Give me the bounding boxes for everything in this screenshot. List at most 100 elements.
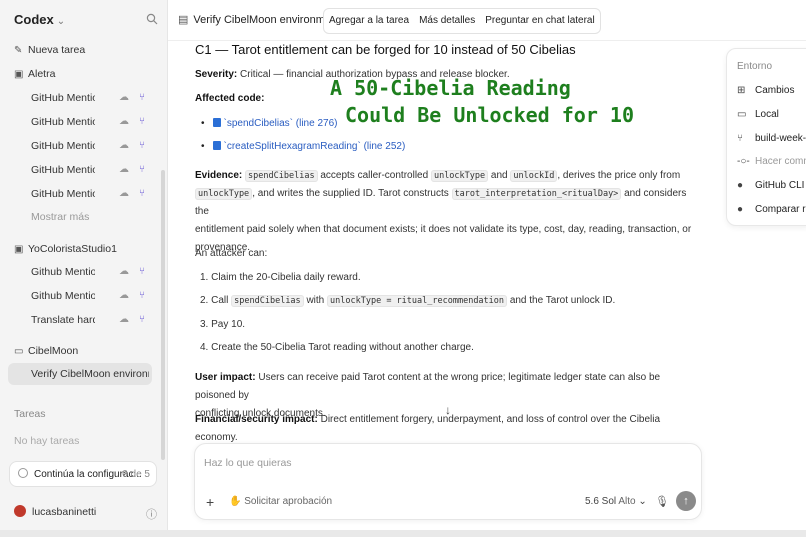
cloud-icon: ☁ (119, 290, 129, 301)
affected-lines: (line 252) (363, 141, 406, 152)
overlay-caption-line2: Could Be Unlocked for 10 (345, 103, 634, 127)
composer: Haz lo que quieras + ✋ Solicitar aprobac… (194, 443, 702, 520)
bullet-dot: • (201, 141, 205, 152)
thread-item[interactable]: GitHub Mentio (31, 161, 95, 179)
finding-heading: C1 — Tarot entitlement can be forged for… (195, 42, 576, 57)
help-icon[interactable]: ⓘ (146, 506, 157, 522)
local-item[interactable]: ▭ Local (737, 109, 779, 120)
user-impact-text: Users can receive paid Tarot content at … (195, 372, 661, 401)
thread-status: ☁ ⑂ (119, 113, 145, 131)
inline-code: spendCibelias (245, 170, 318, 182)
document-icon: ▤ (178, 14, 189, 26)
chevron-down-icon: ⌄ (56, 16, 66, 27)
thread-status: ☁ ⑂ (119, 311, 145, 329)
inline-code: spendCibelias (231, 295, 304, 307)
search-icon[interactable] (146, 13, 158, 25)
commit-item[interactable]: -○- Hacer comm (737, 156, 806, 167)
cloud-icon: ☁ (119, 92, 129, 103)
cloud-icon: ☁ (119, 140, 129, 151)
project-cibelmoon[interactable]: ▭ CibelMoon (14, 342, 78, 360)
environment-title: Entorno (737, 61, 773, 72)
inline-code: unlockType (430, 170, 489, 182)
approval-label: Solicitar aprobación (244, 496, 333, 507)
avatar (14, 505, 26, 517)
thread-status: ☁ ⑂ (119, 263, 145, 281)
affected-link[interactable]: • `spendCibelias` (line 276) (201, 115, 337, 133)
evidence-label: Evidence: (195, 170, 243, 181)
user-menu[interactable]: lucasbaninetti (14, 505, 96, 518)
cloud-icon: ☁ (119, 164, 129, 175)
overlay-caption-line1: A 50-Cibelia Reading (330, 76, 571, 100)
branch-icon: ⑂ (139, 140, 145, 151)
app-switcher[interactable]: Codex ⌄ (14, 12, 65, 27)
thread-item[interactable]: GitHub Mentio (31, 137, 95, 155)
github-icon: ● (737, 180, 744, 191)
thread-status: ☁ ⑂ (119, 137, 145, 155)
thread-item[interactable]: Github Mentio (31, 263, 95, 281)
step-text: with (306, 295, 325, 306)
inline-code: unlockType = ritual_recommendation (327, 295, 508, 307)
window-bottom-edge (0, 530, 806, 537)
ask-side-chat-button[interactable]: Preguntar en chat lateral (480, 9, 600, 33)
affected-lines: (line 276) (295, 118, 338, 129)
thread-item[interactable]: Translate hardc (31, 311, 95, 329)
evidence-text: accepts caller-controlled (320, 170, 429, 181)
thread-item[interactable]: Github Mentio (31, 287, 95, 305)
cloud-icon: ☁ (119, 188, 129, 199)
branch-item[interactable]: ⑂ build-week- (737, 133, 806, 144)
chevron-down-icon: ⌄ (638, 496, 647, 507)
env-item-label: build-week- (755, 133, 806, 144)
thread-item-active[interactable]: Verify CibelMoon environm (31, 365, 149, 383)
branch-icon: ⑂ (737, 133, 743, 144)
add-attachment-icon[interactable]: + (206, 494, 214, 510)
branch-icon: ⑂ (139, 116, 145, 127)
thread-item[interactable]: GitHub Mentio (31, 113, 95, 131)
thread-title: ▤ Verify CibelMoon environmen (178, 13, 323, 26)
prompt-input[interactable]: Haz lo que quieras (204, 457, 292, 469)
project-yocolorista[interactable]: ▣ YoColoristaStudio1 (14, 240, 117, 258)
thread-status: ☁ ⑂ (119, 89, 145, 107)
env-item-label: GitHub CLI n (755, 180, 806, 191)
add-to-task-button[interactable]: Agregar a la tarea (324, 9, 414, 33)
thread-status: ☁ ⑂ (119, 287, 145, 305)
affected-link[interactable]: • `createSplitHexagramReading` (line 252) (201, 138, 405, 156)
model-selector[interactable]: 5.6 Sol Alto ⌄ (585, 496, 647, 507)
github-icon: ● (737, 204, 744, 215)
progress-circle-icon (18, 468, 28, 478)
thread-item[interactable]: GitHub Mentio (31, 185, 95, 203)
thread-item[interactable]: GitHub Mentio (31, 89, 95, 107)
microphone-icon[interactable]: 🎙 (655, 495, 669, 508)
more-details-button[interactable]: Más detalles (414, 9, 480, 33)
thread-header: ▤ Verify CibelMoon environmen Agregar a l… (168, 0, 806, 41)
evidence-text: entitlement paid solely when that docume… (195, 224, 692, 235)
thread-status: ☁ ⑂ (119, 185, 145, 203)
model-name: 5.6 Sol (585, 496, 617, 507)
branch-icon: ⑂ (139, 266, 145, 277)
compare-item[interactable]: ● Comparar ra (737, 204, 806, 215)
sidebar-scrollbar[interactable] (161, 170, 165, 460)
step-text: 2. Call (200, 295, 229, 306)
github-cli-item[interactable]: ● GitHub CLI n (737, 180, 806, 191)
setup-task-card[interactable]: Continúa la configurac... 0 de 5 (9, 461, 157, 487)
evidence-text: and (490, 170, 508, 181)
approval-mode-button[interactable]: ✋ Solicitar aprobación (229, 496, 332, 507)
evidence-text: , and writes the supplied ID. Tarot cons… (252, 188, 449, 199)
user-name: lucasbaninetti (32, 506, 97, 518)
inline-code: unlockType (195, 188, 253, 200)
app-name: Codex (14, 12, 54, 27)
show-more-link[interactable]: Mostrar más (31, 208, 131, 226)
branch-icon: ⑂ (139, 92, 145, 103)
step-1: 1. Claim the 20-Cibelia daily reward. (200, 272, 361, 283)
effort-level: Alto (618, 496, 636, 507)
step-2: 2. Call spendCibelias with unlockType = … (200, 292, 615, 310)
scroll-down-icon[interactable]: ↓ (440, 403, 456, 419)
changes-item[interactable]: ⊞ Cambios (737, 85, 794, 96)
new-task-button[interactable]: ✎ Nueva tarea (14, 41, 85, 59)
env-item-label: Local (755, 109, 779, 120)
commit-icon: -○- (737, 156, 750, 167)
folder-icon: ▭ (14, 346, 24, 357)
attacker-intro: An attacker can: (195, 248, 268, 259)
project-aletra[interactable]: ▣ Aletra (14, 65, 55, 83)
hand-icon: ✋ (229, 496, 242, 507)
send-button[interactable]: ↑ (676, 491, 696, 511)
